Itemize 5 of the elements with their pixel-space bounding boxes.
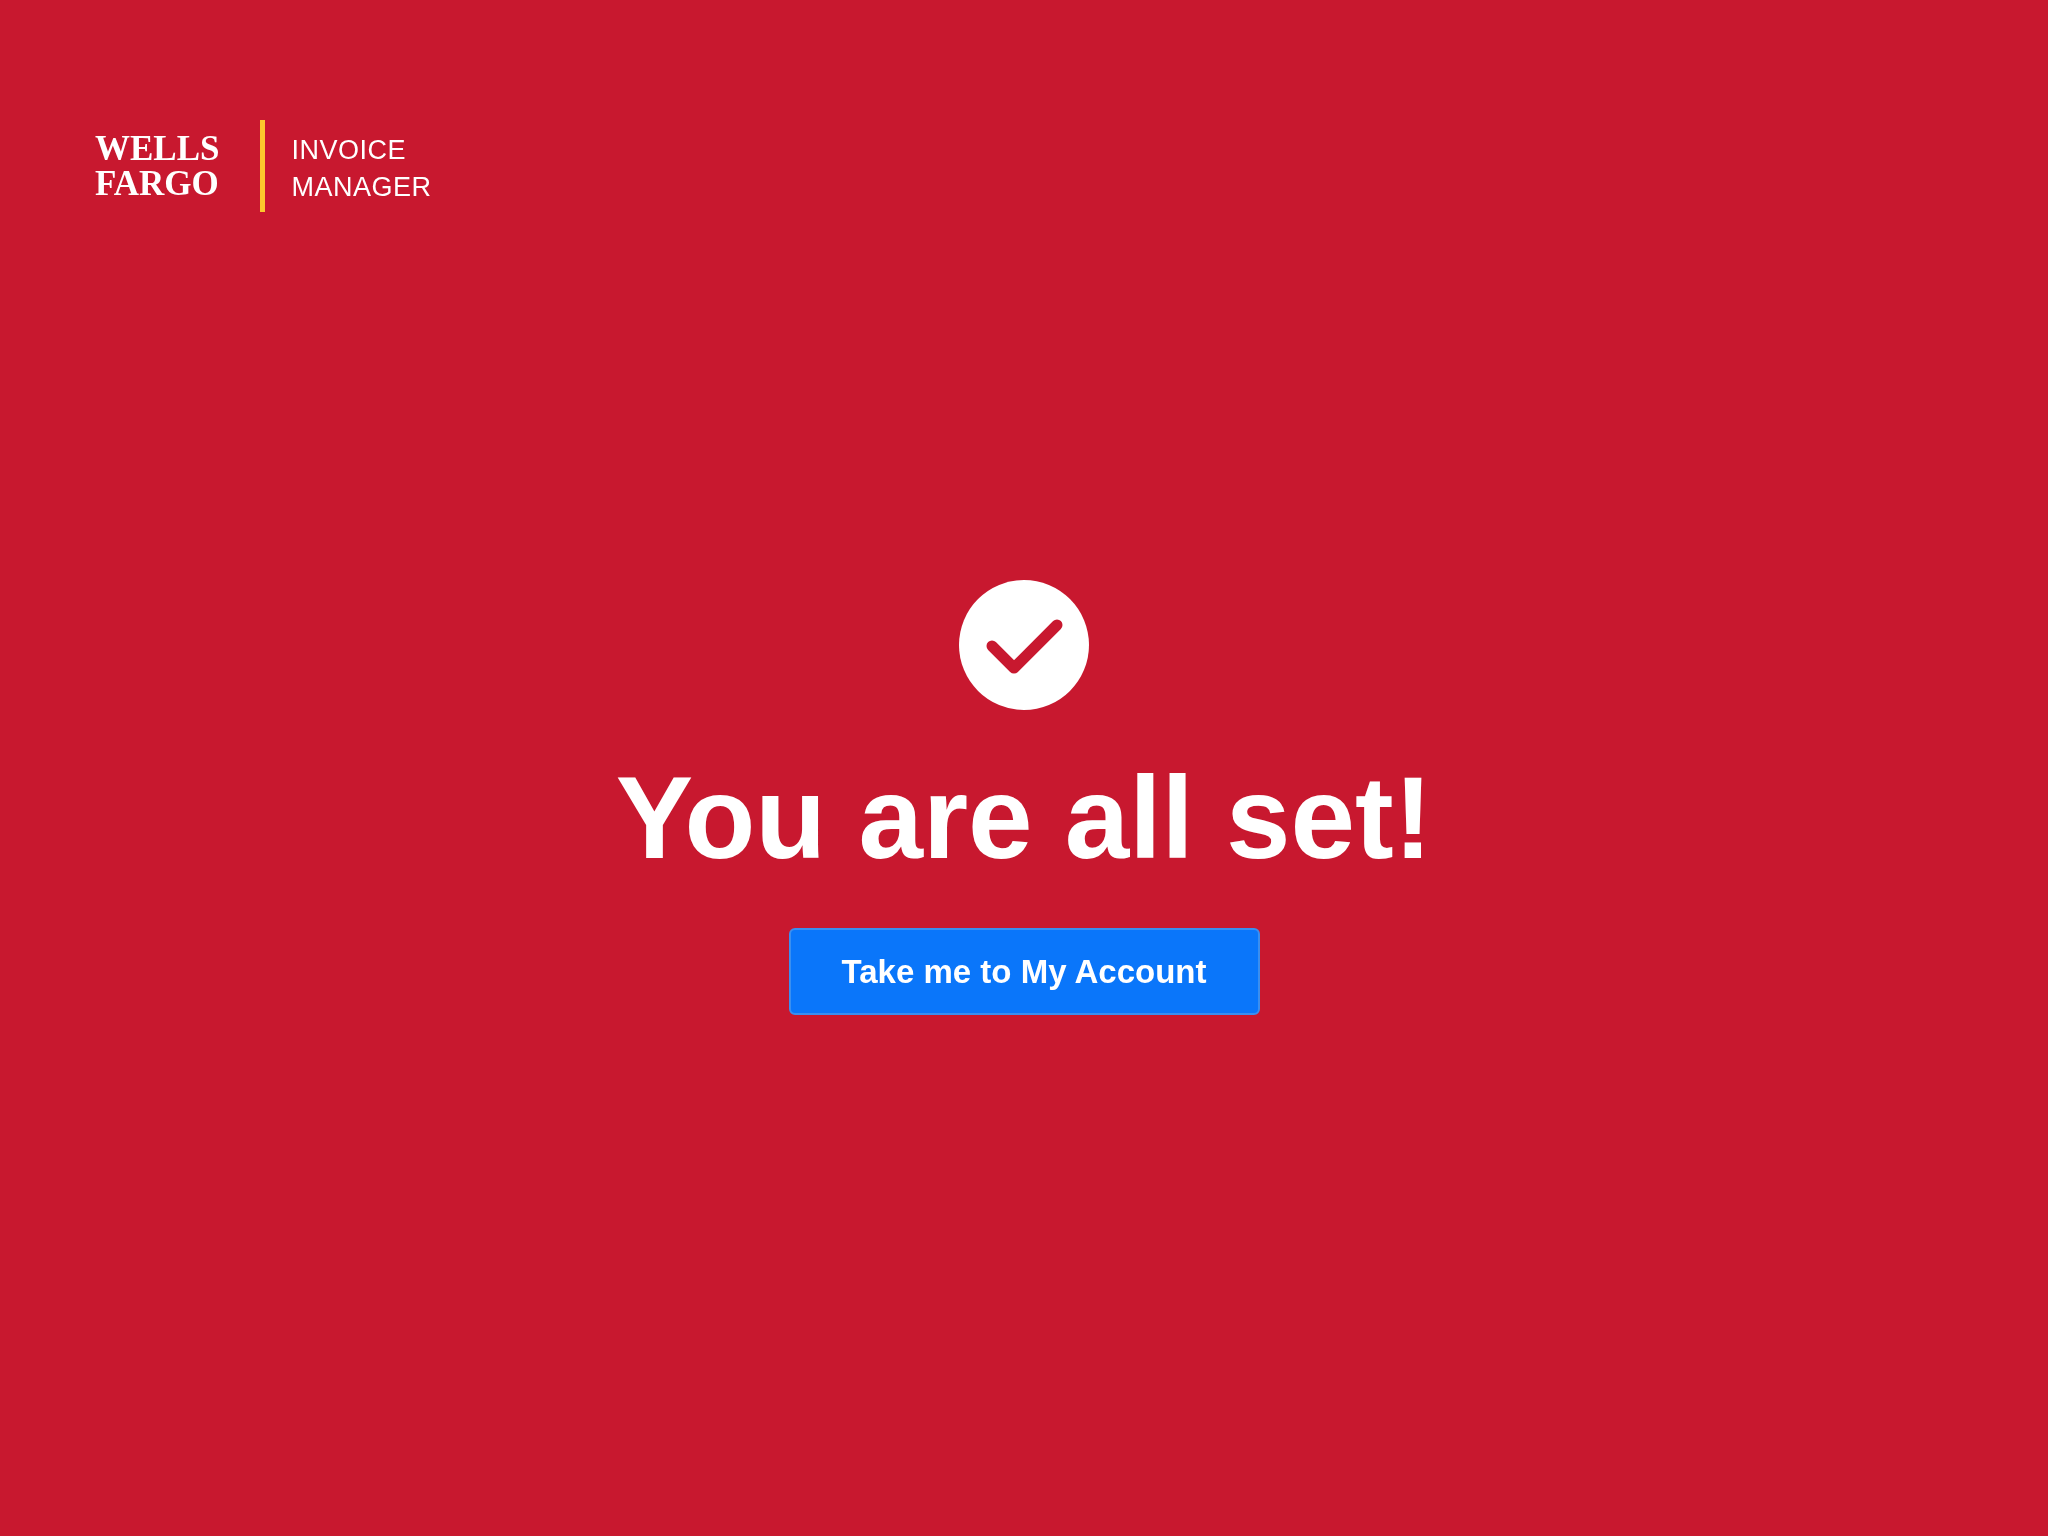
success-heading: You are all set! [615, 760, 1433, 876]
product-name: INVOICE MANAGER [291, 134, 432, 204]
brand-wordmark: WELLS FARGO [95, 131, 220, 201]
check-circle-icon [959, 580, 1089, 710]
my-account-button[interactable]: Take me to My Account [788, 928, 1260, 1015]
